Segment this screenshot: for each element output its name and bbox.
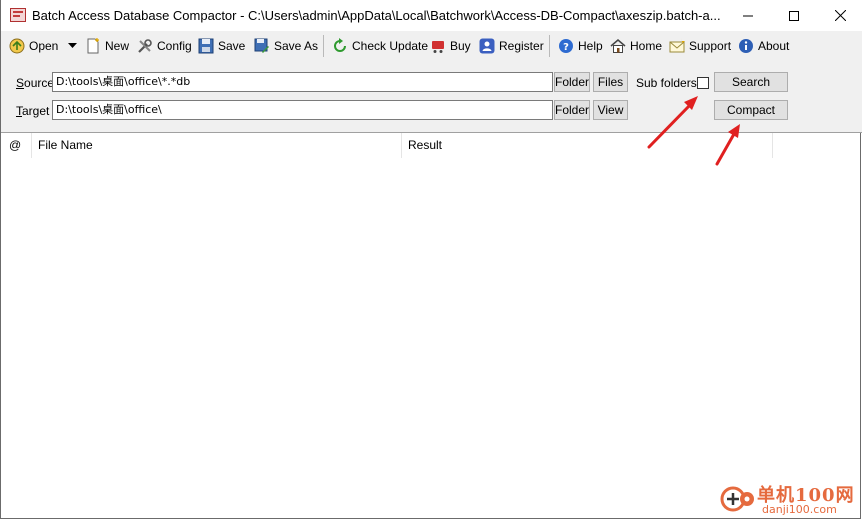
toolbar-separator — [323, 35, 324, 57]
home-icon — [610, 39, 626, 53]
config-label: Config — [157, 39, 192, 53]
target-path-input[interactable]: D:\tools\桌面\office\ — [52, 100, 553, 120]
target-folder-button[interactable]: Folder — [554, 100, 590, 120]
refresh-icon — [334, 38, 346, 52]
svg-text:?: ? — [563, 42, 569, 53]
home-label: Home — [630, 39, 663, 53]
column-header-status[interactable]: @ — [1, 133, 32, 158]
close-button[interactable] — [817, 0, 862, 31]
dropdown-arrow-icon — [68, 43, 77, 48]
app-icon — [10, 8, 26, 22]
minimize-button[interactable] — [725, 0, 771, 31]
source-files-button[interactable]: Files — [593, 72, 628, 92]
file-list-body[interactable] — [1, 158, 861, 518]
search-button[interactable]: Search — [714, 72, 788, 92]
source-label-text: ource — [24, 76, 55, 90]
save-as-label: Save As — [274, 39, 319, 53]
target-view-button[interactable]: View — [593, 100, 628, 120]
save-label: Save — [218, 39, 246, 53]
file-list-header: @ File Name Result — [1, 133, 773, 158]
watermark-logo-icon — [720, 486, 754, 512]
watermark-en-text: danji100.com — [762, 503, 837, 516]
title-bar: Batch Access Database Compactor - C:\Use… — [1, 0, 862, 31]
maximize-icon — [789, 10, 799, 21]
register-button[interactable]: Register — [479, 35, 544, 57]
about-label: About — [758, 39, 790, 53]
help-icon: ? — [559, 39, 573, 53]
support-label: Support — [689, 39, 732, 53]
help-button[interactable]: ? Help — [558, 35, 603, 57]
about-button[interactable]: About — [738, 35, 789, 57]
save-button[interactable]: Save — [198, 35, 245, 57]
new-file-icon — [87, 38, 99, 54]
subfolders-checkbox[interactable] — [697, 77, 709, 89]
toolbar: Open New Config Save Save As Check Updat… — [1, 31, 862, 63]
check-update-label: Check Update — [352, 39, 429, 53]
support-button[interactable]: Support — [669, 35, 731, 57]
cart-icon — [432, 41, 444, 53]
buy-button[interactable]: Buy — [430, 35, 471, 57]
info-icon — [739, 39, 753, 53]
window-title: Batch Access Database Compactor - C:\Use… — [32, 8, 721, 23]
source-path-input[interactable]: D:\tools\桌面\office\*.*db — [52, 72, 553, 92]
new-label: New — [105, 39, 130, 53]
buy-label: Buy — [450, 39, 471, 53]
register-label: Register — [499, 39, 544, 53]
support-icon — [669, 38, 685, 53]
open-dropdown-button[interactable] — [68, 35, 81, 57]
compact-button[interactable]: Compact — [714, 100, 788, 120]
open-label: Open — [29, 39, 59, 53]
target-label: Target — [16, 104, 50, 118]
source-label: Source — [16, 76, 55, 90]
floppy-disk-icon — [198, 38, 214, 54]
minimize-icon — [743, 15, 753, 16]
save-as-icon — [254, 38, 269, 53]
tools-icon — [138, 39, 152, 53]
open-folder-icon — [9, 38, 25, 54]
path-panel: Source D:\tools\桌面\office\*.*db Folder F… — [1, 62, 862, 133]
column-header-result[interactable]: Result — [402, 133, 773, 158]
target-label-text: arget — [22, 104, 50, 118]
subfolders-label: Sub folders — [636, 76, 697, 90]
app-window: Batch Access Database Compactor - C:\Use… — [0, 0, 862, 519]
column-header-file-name[interactable]: File Name — [32, 133, 402, 158]
home-button[interactable]: Home — [610, 35, 662, 57]
source-folder-button[interactable]: Folder — [554, 72, 590, 92]
save-as-button[interactable]: Save As — [254, 35, 318, 57]
watermark: 单机100网 danji100.com — [710, 478, 862, 520]
help-label: Help — [578, 39, 603, 53]
open-button[interactable]: Open — [9, 35, 58, 57]
config-button[interactable]: Config — [137, 35, 192, 57]
user-badge-icon — [479, 38, 495, 54]
check-update-button[interactable]: Check Update — [332, 35, 428, 57]
close-icon — [834, 10, 846, 21]
maximize-button[interactable] — [771, 0, 817, 31]
toolbar-separator — [549, 35, 550, 57]
new-button[interactable]: New — [85, 35, 129, 57]
